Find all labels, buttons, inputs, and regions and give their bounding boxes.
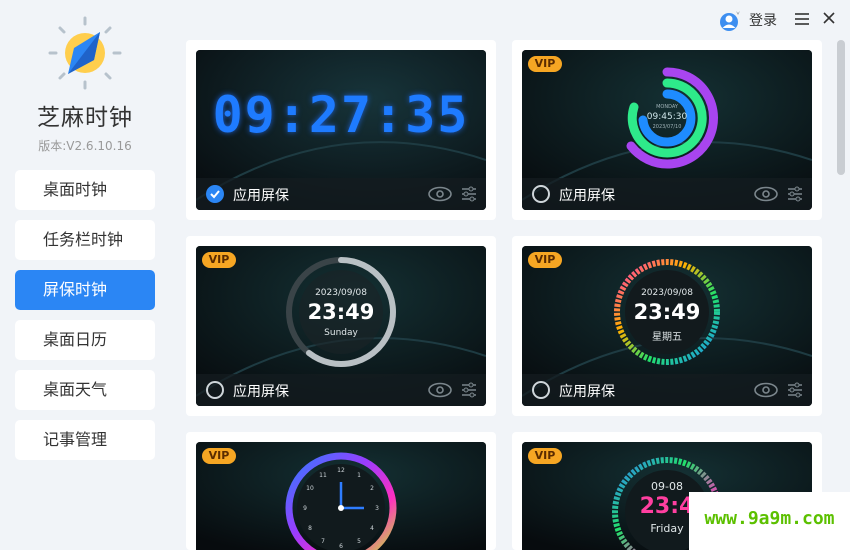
apply-screensaver-label[interactable]: 应用屏保 <box>559 185 615 205</box>
nav-item-desktop-clock[interactable]: 桌面时钟 <box>15 170 155 210</box>
nav-label: 记事管理 <box>43 430 108 449</box>
svg-text:4: 4 <box>370 525 374 532</box>
app-title: 芝麻时钟 <box>37 105 133 131</box>
nav-item-taskbar-clock[interactable]: 任务栏时钟 <box>15 220 155 260</box>
screensaver-preview[interactable]: 2023/09/08 23:49 Sunday VIP 应用屏保 <box>196 246 486 406</box>
svg-text:12: 12 <box>337 467 345 474</box>
clock-time: 23:49 <box>633 300 701 324</box>
card-action-bar: 应用屏保 <box>522 178 812 210</box>
preview-eye-icon[interactable] <box>754 382 778 398</box>
svg-text:3: 3 <box>375 505 379 512</box>
app-logo-icon <box>48 16 122 90</box>
menu-icon[interactable] <box>795 13 809 25</box>
nav-item-screensaver-clock[interactable]: 屏保时钟 <box>15 270 155 310</box>
nav-item-notes[interactable]: 记事管理 <box>15 420 155 460</box>
settings-sliders-icon[interactable] <box>787 381 803 399</box>
svg-text:2: 2 <box>370 485 374 492</box>
clock-date: MONDAY <box>656 104 678 110</box>
watermark-text: www.9a9m.com <box>704 508 835 529</box>
digital-clock-time: 09:27:35 <box>212 86 470 144</box>
scrollbar[interactable] <box>836 40 846 545</box>
apply-screensaver-label[interactable]: 应用屏保 <box>559 381 615 401</box>
card-action-bar: 应用屏保 <box>196 374 486 406</box>
main-panel: 登录 09:27:35 应用屏保 MONDAY 09:45:30 2023/07… <box>171 0 850 550</box>
apply-checkbox[interactable] <box>206 381 224 399</box>
user-avatar-icon[interactable] <box>719 10 741 32</box>
settings-sliders-icon[interactable] <box>787 185 803 203</box>
screensaver-preview[interactable]: MONDAY 09:45:30 2023/07/10 VIP 应用屏保 <box>522 50 812 210</box>
screensaver-card-rings[interactable]: MONDAY 09:45:30 2023/07/10 VIP 应用屏保 <box>512 40 822 220</box>
card-action-bar: 应用屏保 <box>196 178 486 210</box>
screensaver-card-gray-ring[interactable]: 2023/09/08 23:49 Sunday VIP 应用屏保 <box>186 236 496 416</box>
svg-text:5: 5 <box>357 538 361 545</box>
svg-text:8: 8 <box>308 525 312 532</box>
clock-sub: 星期五 <box>652 332 682 343</box>
check-icon <box>210 190 220 199</box>
svg-text:7: 7 <box>321 538 325 545</box>
login-button[interactable]: 登录 <box>749 10 777 30</box>
svg-text:9: 9 <box>303 505 307 512</box>
apply-screensaver-label[interactable]: 应用屏保 <box>233 381 289 401</box>
vip-badge: VIP <box>528 252 562 268</box>
settings-sliders-icon[interactable] <box>461 185 477 203</box>
nav-label: 屏保时钟 <box>43 280 108 299</box>
screensaver-preview[interactable]: 12 1 2 3 4 11 10 9 8 7 6 5 VIP <box>196 442 486 550</box>
nav-item-desktop-weather[interactable]: 桌面天气 <box>15 370 155 410</box>
svg-text:6: 6 <box>339 543 343 550</box>
nav-label: 任务栏时钟 <box>43 230 124 249</box>
vip-badge: VIP <box>528 448 562 464</box>
svg-text:10: 10 <box>306 485 314 492</box>
vip-badge: VIP <box>528 56 562 72</box>
nav-label: 桌面时钟 <box>43 180 108 199</box>
screensaver-card-analog[interactable]: 12 1 2 3 4 11 10 9 8 7 6 5 VIP <box>186 432 496 550</box>
screensaver-card-digital[interactable]: 09:27:35 应用屏保 <box>186 40 496 220</box>
preview-eye-icon[interactable] <box>754 186 778 202</box>
svg-text:11: 11 <box>319 472 327 479</box>
scrollbar-thumb[interactable] <box>837 40 845 175</box>
nav-item-desktop-calendar[interactable]: 桌面日历 <box>15 320 155 360</box>
settings-sliders-icon[interactable] <box>461 381 477 399</box>
sidebar: 芝麻时钟 版本:V2.6.10.16 桌面时钟 任务栏时钟 屏保时钟 桌面日历 … <box>0 0 170 550</box>
svg-text:1: 1 <box>357 472 361 479</box>
screensaver-card-rainbow-ring[interactable]: 2023/09/08 23:49 星期五 VIP 应用屏保 <box>512 236 822 416</box>
app-version: 版本:V2.6.10.16 <box>38 139 132 153</box>
watermark: www.9a9m.com <box>689 492 850 550</box>
apply-screensaver-label[interactable]: 应用屏保 <box>233 185 289 205</box>
clock-date: 2023/09/08 <box>315 288 367 298</box>
clock-sub: 2023/07/10 <box>652 124 682 130</box>
apply-checkbox[interactable] <box>206 185 224 203</box>
vip-badge: VIP <box>202 448 236 464</box>
clock-time: 23:49 <box>307 300 375 324</box>
nav-label: 桌面天气 <box>43 380 108 399</box>
preview-eye-icon[interactable] <box>428 382 452 398</box>
close-icon[interactable] <box>823 12 835 24</box>
nav-label: 桌面日历 <box>43 330 108 349</box>
vip-badge: VIP <box>202 252 236 268</box>
screensaver-preview[interactable]: 2023/09/08 23:49 星期五 VIP 应用屏保 <box>522 246 812 406</box>
screensaver-preview[interactable]: 09:27:35 应用屏保 <box>196 50 486 210</box>
apply-checkbox[interactable] <box>532 381 550 399</box>
clock-time: 09:45:30 <box>646 112 688 122</box>
clock-date: 2023/09/08 <box>641 288 693 298</box>
card-action-bar: 应用屏保 <box>522 374 812 406</box>
preview-eye-icon[interactable] <box>428 186 452 202</box>
apply-checkbox[interactable] <box>532 185 550 203</box>
clock-sub: Sunday <box>324 328 358 338</box>
